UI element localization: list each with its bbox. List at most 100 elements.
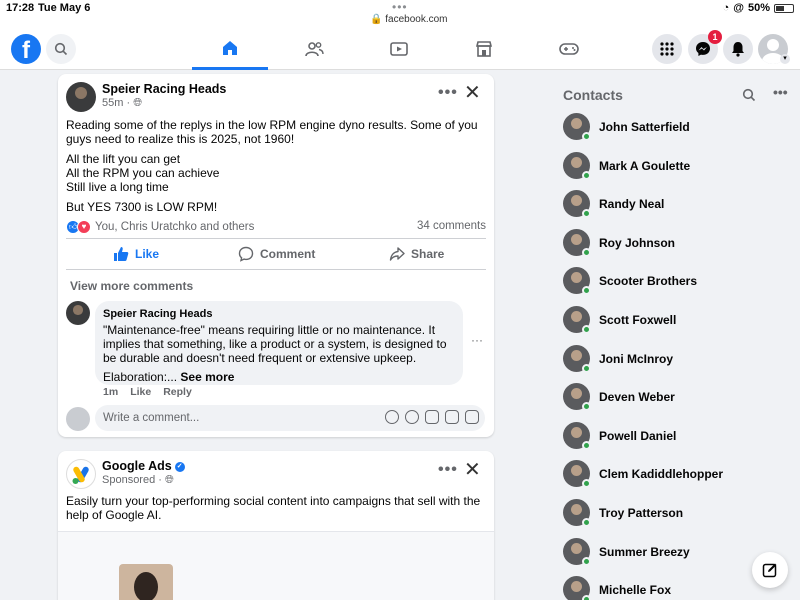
- contact-item[interactable]: Troy Patterson: [563, 499, 783, 529]
- contact-item[interactable]: Deven Weber: [563, 383, 783, 413]
- comment-icon: [238, 246, 254, 262]
- search-icon: [54, 42, 68, 56]
- wifi-icon: ◔: [722, 2, 730, 14]
- contact-name: John Satterfield: [599, 120, 690, 134]
- contacts-heading: Contacts: [563, 87, 623, 103]
- divider: [66, 269, 486, 270]
- contact-name: Scott Foxwell: [599, 313, 677, 327]
- comment-text: "Maintenance-free" means requiring littl…: [103, 323, 447, 365]
- post-paragraph: But YES 7300 is LOW RPM!: [66, 200, 218, 214]
- camera-icon[interactable]: [425, 410, 439, 424]
- top-nav: f 1 ▾: [0, 28, 800, 70]
- comment-button[interactable]: Comment: [238, 246, 315, 262]
- comment-time[interactable]: 1m: [103, 386, 118, 398]
- contact-item[interactable]: Joni McInroy: [563, 344, 783, 375]
- post-author-avatar[interactable]: [66, 82, 96, 112]
- write-comment-input[interactable]: Write a comment...: [95, 405, 485, 431]
- date: Tue May 6: [38, 2, 91, 14]
- gif-icon[interactable]: [445, 410, 459, 424]
- url-label[interactable]: 🔒 facebook.com: [370, 14, 448, 25]
- comment-more-options-icon[interactable]: ···: [471, 333, 483, 347]
- menu-button[interactable]: [652, 34, 682, 64]
- contact-item[interactable]: Powell Daniel: [563, 421, 783, 452]
- contact-name: Powell Daniel: [599, 428, 677, 443]
- contact-item[interactable]: Scott Foxwell: [563, 306, 783, 336]
- sponsored-label[interactable]: Sponsored · 🌐︎: [102, 474, 174, 487]
- contact-item[interactable]: John Satterfield: [563, 113, 783, 143]
- ad-more-options-icon[interactable]: •••: [438, 461, 458, 479]
- share-button[interactable]: Share: [389, 246, 444, 262]
- comments-count[interactable]: 34 comments: [417, 220, 486, 232]
- globe-icon: 🌐︎: [133, 97, 142, 109]
- online-status-dot: [582, 440, 591, 450]
- online-status-dot: [582, 325, 591, 334]
- post-more-options-icon[interactable]: •••: [438, 84, 458, 102]
- post-line: All the lift you can get: [66, 152, 181, 166]
- comment-reply-link[interactable]: Reply: [163, 386, 192, 398]
- contact-name: Clem Kadiddlehopper: [599, 467, 724, 482]
- avatar-sticker-icon[interactable]: [385, 410, 399, 424]
- comment-attach-icons: [385, 410, 479, 424]
- contact-item[interactable]: Roy Johnson: [563, 228, 783, 259]
- contact-item[interactable]: Summer Breezy: [563, 537, 783, 568]
- post-line: Still live a long time: [66, 180, 169, 194]
- sponsored-post-card: Google Ads ✓ Sponsored · 🌐︎ ••• ✕ Easily …: [58, 451, 494, 600]
- post-author-name[interactable]: Speier Racing Heads: [102, 82, 226, 96]
- online-status-dot: [582, 170, 591, 180]
- contact-name: Troy Patterson: [599, 506, 684, 520]
- ad-media[interactable]: [58, 531, 494, 600]
- tab-friends[interactable]: [276, 28, 352, 70]
- search-button[interactable]: [46, 34, 76, 64]
- contact-name: Summer Breezy: [599, 544, 690, 559]
- tab-marketplace[interactable]: [446, 28, 522, 70]
- contact-name: Michelle Fox: [599, 583, 672, 598]
- video-icon: [390, 42, 408, 56]
- notifications-button[interactable]: [723, 34, 753, 64]
- tab-gaming[interactable]: [531, 28, 607, 70]
- sticker-icon[interactable]: [465, 410, 479, 424]
- commenter-avatar[interactable]: [66, 301, 90, 325]
- contact-name: Randy Neal: [599, 197, 665, 212]
- ad-close-icon[interactable]: ✕: [464, 457, 481, 482]
- online-status-dot: [582, 132, 591, 141]
- post-timestamp[interactable]: 55m · 🌐︎: [102, 97, 142, 110]
- contact-item[interactable]: Clem Kadiddlehopper: [563, 460, 783, 490]
- contact-name: Joni McInroy: [599, 351, 674, 366]
- view-more-comments-link[interactable]: View more comments: [70, 279, 193, 293]
- post-list: All the lift you can get All the RPM you…: [66, 152, 486, 194]
- reactions-summary[interactable]: 👍︎ ♥ You, Chris Uratchko and others: [66, 220, 254, 234]
- tab-home[interactable]: [192, 28, 268, 70]
- ad-text: Easily turn your top-performing social c…: [66, 494, 481, 522]
- contact-name: Scooter Brothers: [599, 274, 698, 289]
- contact-item[interactable]: Scooter Brothers: [563, 267, 783, 297]
- contact-item[interactable]: Michelle Fox: [563, 576, 783, 600]
- ad-image-person: [119, 564, 173, 600]
- contact-item[interactable]: Mark A Goulette: [563, 151, 783, 182]
- online-status-dot: [582, 556, 591, 566]
- post-close-icon[interactable]: ✕: [464, 80, 481, 105]
- advertiser-name[interactable]: Google Ads ✓: [102, 459, 185, 473]
- battery-icon: [774, 3, 794, 13]
- google-ads-logo[interactable]: [66, 459, 96, 489]
- like-button[interactable]: Like: [113, 246, 159, 262]
- comment-like-link[interactable]: Like: [130, 386, 151, 398]
- contact-item[interactable]: Randy Neal: [563, 190, 783, 220]
- comment-author[interactable]: Speier Racing Heads: [103, 307, 455, 321]
- online-status-dot: [582, 595, 591, 600]
- contacts-more-options-icon[interactable]: •••: [773, 84, 788, 100]
- facebook-logo[interactable]: f: [11, 34, 41, 64]
- messenger-badge: 1: [708, 30, 722, 44]
- tab-video[interactable]: [361, 28, 437, 70]
- account-chevron-down-icon[interactable]: ▾: [780, 54, 790, 64]
- online-status-dot: [582, 286, 591, 296]
- emoji-icon[interactable]: [405, 410, 419, 424]
- messenger-button[interactable]: 1: [688, 30, 722, 64]
- new-message-button[interactable]: [752, 552, 788, 588]
- online-status-dot: [582, 518, 591, 527]
- orientation-lock-icon: @: [733, 2, 744, 14]
- my-avatar[interactable]: [66, 407, 90, 431]
- see-more-link[interactable]: See more: [180, 370, 234, 384]
- multitask-dots-icon[interactable]: •••: [392, 0, 408, 14]
- contacts-search-icon[interactable]: [742, 88, 756, 107]
- share-icon: [389, 247, 405, 261]
